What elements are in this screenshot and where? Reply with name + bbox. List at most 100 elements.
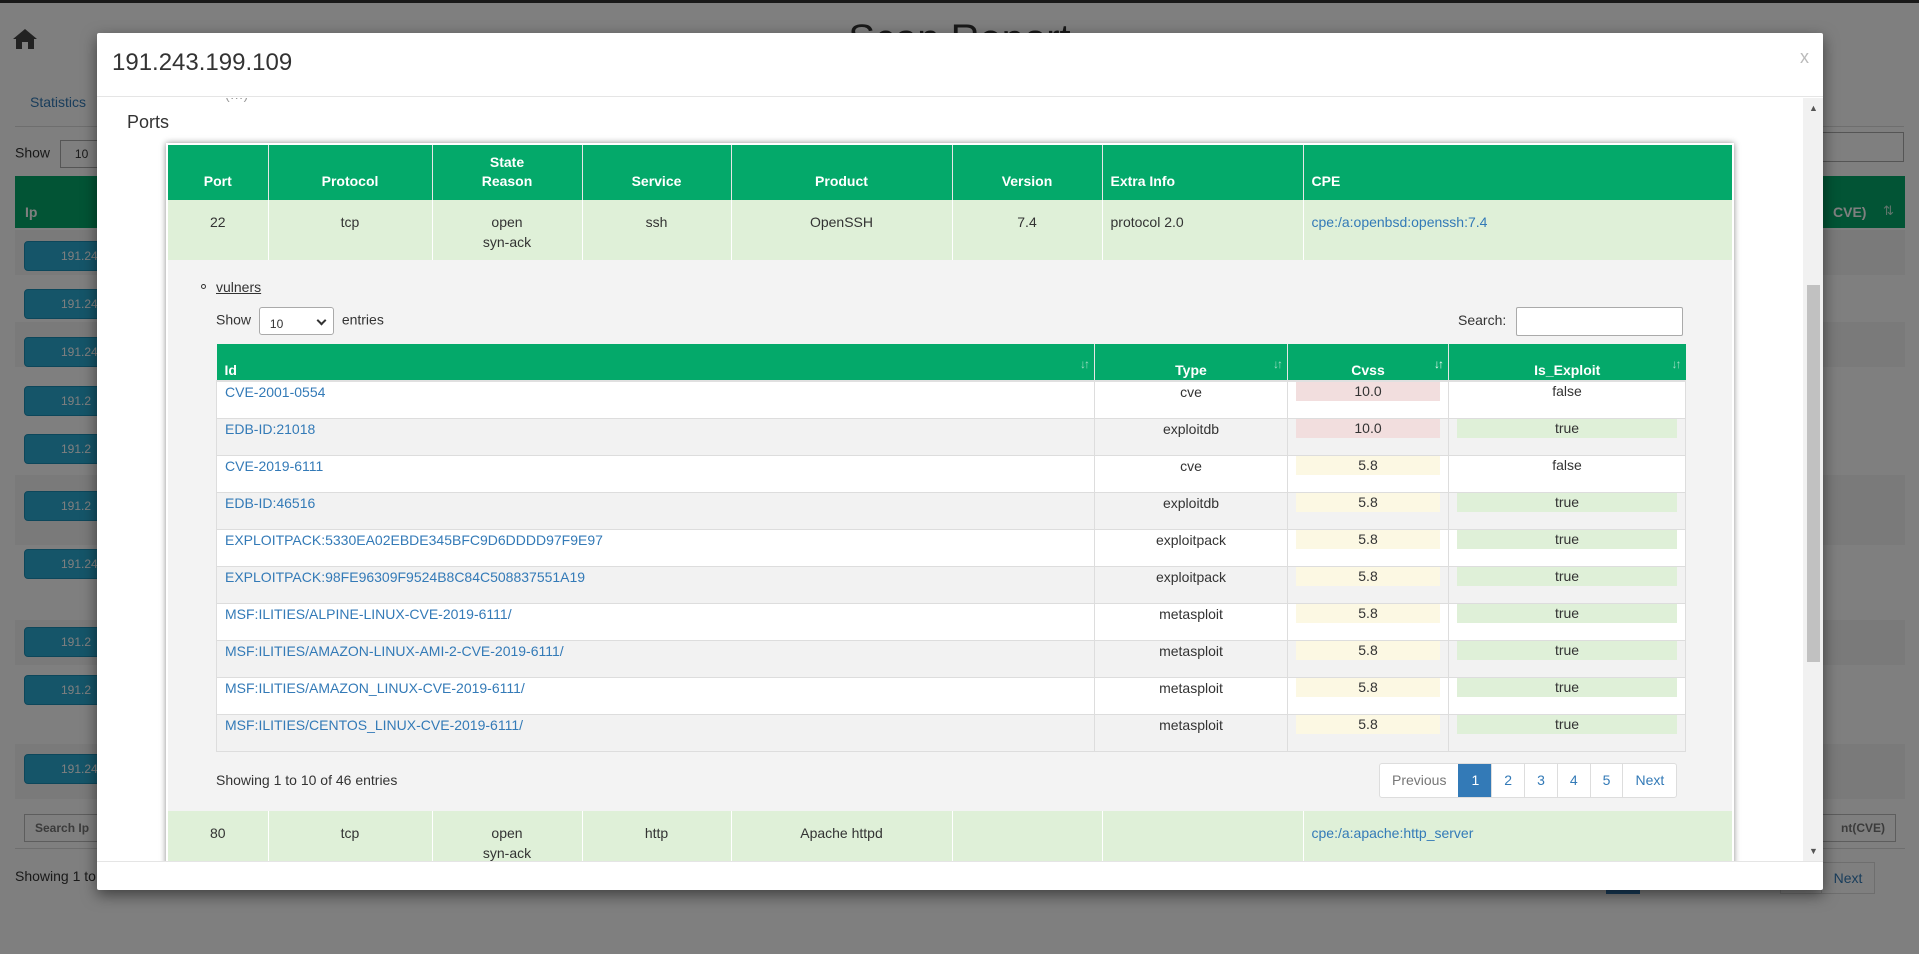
port-service: ssh (581, 200, 731, 260)
vuln-id-link[interactable]: EDB-ID:46516 (225, 495, 315, 511)
modal-scrollbar[interactable]: ▲ ▼ (1803, 98, 1823, 861)
vuln-id-link[interactable]: MSF:ILITIES/AMAZON-LINUX-AMI-2-CVE-2019-… (225, 643, 564, 659)
page-previous-button[interactable]: Previous (1380, 764, 1458, 797)
vuln-type: exploitpack (1094, 529, 1288, 567)
col-extra-info: Extra Info (1101, 145, 1303, 200)
vuln-row: MSF:ILITIES/AMAZON_LINUX-CVE-2019-6111/m… (216, 677, 1686, 715)
scroll-up-icon[interactable]: ▲ (1809, 103, 1818, 113)
vuln-is-exploit-cell: true (1448, 677, 1686, 715)
port-state: open (491, 214, 523, 230)
vuln-row: CVE-2019-6111 cve 5.8 false (216, 455, 1686, 493)
vuln-is-exploit-badge: false (1552, 456, 1582, 473)
col-cvss[interactable]: Cvss ↓↑ (1287, 344, 1449, 382)
vuln-id-cell: EXPLOITPACK:5330EA02EBDE345BFC9D6DDDD97F… (216, 529, 1095, 567)
vuln-id-link[interactable]: CVE-2001-0554 (225, 384, 325, 400)
host-detail-modal: 191.243.199.109 x (…) Ports Port Protoco… (97, 33, 1823, 890)
col-type[interactable]: Type ↓↑ (1094, 344, 1288, 382)
ports-table: Port Protocol State Reason Service Produc… (168, 145, 1732, 861)
vuln-cvss-badge: 5.8 (1296, 640, 1440, 660)
vuln-type: metasploit (1094, 714, 1288, 752)
vulners-body: CVE-2001-0554 cve 10.0 false EDB-ID:21018 exp… (216, 381, 1686, 752)
vuln-row: MSF:ILITIES/AMAZON-LINUX-AMI-2-CVE-2019-… (216, 640, 1686, 678)
vuln-cvss-cell: 5.8 (1287, 714, 1449, 752)
vuln-is-exploit-cell: true (1448, 492, 1686, 530)
vuln-row: CVE-2001-0554 cve 10.0 false (216, 381, 1686, 419)
modal-footer (97, 861, 1823, 890)
vuln-is-exploit-cell: true (1448, 418, 1686, 456)
vuln-is-exploit-cell: true (1448, 640, 1686, 678)
close-icon[interactable]: x (1800, 47, 1809, 68)
port-cpe-cell: cpe:/a:apache:http_server (1302, 811, 1732, 861)
col-version: Version (951, 145, 1102, 200)
page-button-3[interactable]: 3 (1524, 764, 1557, 797)
vuln-cvss-badge: 10.0 (1296, 418, 1440, 438)
vuln-id-link[interactable]: EXPLOITPACK:5330EA02EBDE345BFC9D6DDDD97F… (225, 532, 603, 548)
vuln-id-link[interactable]: MSF:ILITIES/AMAZON_LINUX-CVE-2019-6111/ (225, 680, 525, 696)
port-row: 22 tcp open syn-ack ssh OpenSSH 7.4 proto… (168, 200, 1732, 260)
col-port: Port (168, 145, 268, 200)
vulners-table: Id ↓↑ Type ↓↑ Cvss ↓↑ Is_Exploit ↓↑ CVE-2001… (216, 344, 1686, 752)
port-reason: syn-ack (482, 845, 532, 861)
vuln-id-cell: EXPLOITPACK:98FE96309F9524B8C84C50883755… (216, 566, 1095, 604)
port-version (951, 811, 1102, 861)
col-id[interactable]: Id ↓↑ (216, 344, 1095, 382)
col-is-exploit[interactable]: Is_Exploit ↓↑ (1448, 344, 1686, 382)
vuln-id-link[interactable]: EXPLOITPACK:98FE96309F9524B8C84C50883755… (225, 569, 585, 585)
vuln-id-cell: MSF:ILITIES/AMAZON_LINUX-CVE-2019-6111/ (216, 677, 1095, 715)
col-cvss-label: Cvss (1351, 362, 1385, 378)
vuln-type: exploitdb (1094, 418, 1288, 456)
port-product: Apache httpd (730, 811, 952, 861)
vuln-type: metasploit (1094, 677, 1288, 715)
bullet-icon (201, 284, 206, 289)
ports-panel: Port Protocol State Reason Service Produc… (166, 143, 1734, 861)
ports-header-row: Port Protocol State Reason Service Produc… (168, 145, 1732, 200)
vuln-row: MSF:ILITIES/ALPINE-LINUX-CVE-2019-6111/m… (216, 603, 1686, 641)
chevron-down-icon (316, 315, 327, 326)
col-reason: Reason (481, 173, 533, 189)
scroll-down-icon[interactable]: ▼ (1809, 846, 1818, 856)
col-product: Product (730, 145, 952, 200)
vuln-id-link[interactable]: EDB-ID:21018 (225, 421, 315, 437)
vuln-cvss-badge: 5.8 (1296, 529, 1440, 549)
vuln-id-link[interactable]: CVE-2019-6111 (225, 458, 323, 474)
page-next-button[interactable]: Next (1622, 764, 1676, 797)
vuln-cvss-badge: 5.8 (1296, 566, 1440, 586)
vuln-cvss-badge: 5.8 (1296, 492, 1440, 512)
vuln-cvss-badge: 5.8 (1296, 677, 1440, 697)
port-extra-info: protocol 2.0 (1101, 200, 1303, 260)
vuln-is-exploit-cell: true (1448, 714, 1686, 752)
vuln-cvss-cell: 5.8 (1287, 529, 1449, 567)
entries-select-value: 10 (269, 317, 284, 331)
vulners-search-control: Search: (1458, 307, 1684, 336)
vuln-cvss-cell: 5.8 (1287, 566, 1449, 604)
port-cpe-link[interactable]: cpe:/a:openbsd:openssh:7.4 (1312, 214, 1488, 230)
vuln-is-exploit-cell: false (1448, 381, 1686, 419)
port-state: open (491, 825, 523, 841)
page-button-1[interactable]: 1 (1458, 764, 1492, 797)
vuln-id-cell: EDB-ID:46516 (216, 492, 1095, 530)
entries-select[interactable]: 10 (258, 307, 334, 335)
vuln-is-exploit-badge: true (1457, 566, 1677, 586)
sort-icon: ↓↑ (1671, 357, 1682, 371)
port-cpe-link[interactable]: cpe:/a:apache:http_server (1312, 825, 1474, 841)
vuln-cvss-badge: 5.8 (1296, 455, 1440, 475)
page-button-4[interactable]: 4 (1556, 764, 1590, 797)
vulners-search-input[interactable] (1516, 307, 1684, 336)
vuln-is-exploit-cell: true (1448, 603, 1686, 641)
vuln-id-link[interactable]: MSF:ILITIES/CENTOS_LINUX-CVE-2019-6111/ (225, 717, 523, 733)
vulners-table-info: Showing 1 to 10 of 46 entries (216, 772, 398, 788)
page-button-5[interactable]: 5 (1589, 764, 1623, 797)
vuln-is-exploit-cell: true (1448, 529, 1686, 567)
page-button-2[interactable]: 2 (1491, 764, 1524, 797)
vuln-is-exploit-badge: true (1457, 529, 1677, 549)
vuln-cvss-cell: 5.8 (1287, 603, 1449, 641)
vuln-id-cell: CVE-2001-0554 (216, 381, 1095, 419)
vuln-id-link[interactable]: MSF:ILITIES/ALPINE-LINUX-CVE-2019-6111/ (225, 606, 512, 622)
vuln-cvss-badge: 5.8 (1296, 603, 1440, 623)
vuln-id-cell: MSF:ILITIES/CENTOS_LINUX-CVE-2019-6111/ (216, 714, 1095, 752)
vuln-is-exploit-cell: true (1448, 566, 1686, 604)
vulners-toggle-link[interactable]: vulners (216, 277, 261, 297)
port-version: 7.4 (951, 200, 1102, 260)
vuln-cvss-cell: 10.0 (1287, 418, 1449, 456)
scrollbar-thumb[interactable] (1807, 285, 1820, 662)
